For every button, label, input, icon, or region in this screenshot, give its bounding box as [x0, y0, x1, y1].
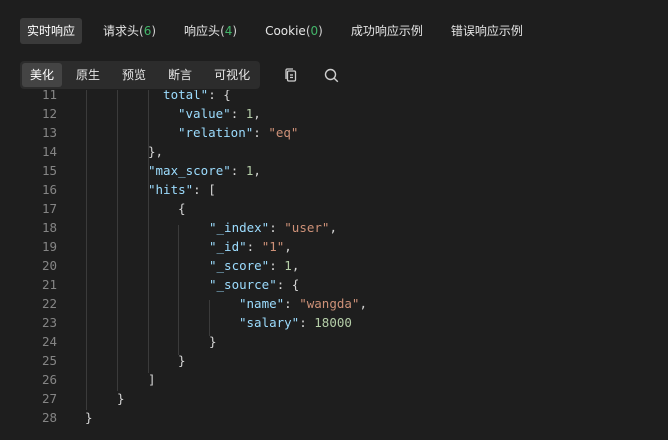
line-number: 17 [41, 201, 57, 216]
code-text: "value": 1, [178, 106, 261, 121]
code-line: 14}, [0, 142, 668, 161]
line-number: 24 [41, 334, 57, 349]
code-text: ] [148, 372, 156, 387]
code-line: 28} [0, 408, 668, 427]
view-mode-raw[interactable]: 原生 [68, 63, 108, 87]
line-number: 11 [41, 90, 57, 102]
code-text: } [117, 391, 125, 406]
code-text: total": { [148, 90, 231, 102]
code-text: "hits": [ [148, 182, 216, 197]
code-line: 22 "name": "wangda", [0, 294, 668, 313]
view-mode-preview[interactable]: 预览 [114, 63, 154, 87]
line-number: 21 [41, 277, 57, 292]
code-text: }, [148, 144, 164, 159]
tab-count: 0 [310, 24, 319, 38]
line-number: 13 [41, 125, 57, 140]
code-text: } [178, 353, 186, 368]
code-line: 19 "_id": "1", [0, 237, 668, 256]
line-number: 16 [41, 182, 57, 197]
tab-label: 成功响应示例 [350, 24, 423, 38]
code-text: } [209, 334, 217, 349]
line-number: 26 [41, 372, 57, 387]
view-mode-assert[interactable]: 断言 [160, 63, 200, 87]
tab-cookie[interactable]: Cookie(0) [258, 18, 330, 44]
tab-response-headers[interactable]: 响应头(4) [177, 18, 244, 44]
tab-success-example[interactable]: 成功响应示例 [344, 18, 430, 44]
code-line: 13 "relation": "eq" [0, 123, 668, 142]
copy-icon[interactable] [282, 66, 300, 84]
code-text: { [178, 201, 186, 216]
tab-label: Cookie [265, 24, 306, 38]
code-line: 15 "max_score": 1, [0, 161, 668, 180]
code-line: 23 "salary": 18000 [0, 313, 668, 332]
code-line: 18 "_index": "user", [0, 218, 668, 237]
code-editor[interactable]: 11 total": { 12 "value": 1, 13 "relation":… [0, 90, 668, 440]
code-text: "_index": "user", [209, 220, 337, 235]
tab-label: 错误响应示例 [450, 24, 523, 38]
line-number: 19 [41, 239, 57, 254]
tab-label: 实时响应 [27, 24, 76, 38]
line-number: 14 [41, 144, 57, 159]
code-line: 11 total": { [0, 90, 668, 104]
line-number: 20 [41, 258, 57, 273]
code-line: 27} [0, 389, 668, 408]
line-number: 27 [41, 391, 57, 406]
tab-label: 响应头 [184, 24, 221, 38]
line-number: 22 [41, 296, 57, 311]
code-text: "salary": 18000 [239, 315, 352, 330]
search-icon[interactable] [322, 66, 340, 84]
tab-error-example[interactable]: 错误响应示例 [444, 18, 530, 44]
code-line: 24} [0, 332, 668, 351]
code-text: "_score": 1, [209, 258, 300, 273]
code-line: 25} [0, 351, 668, 370]
tab-request-headers[interactable]: 请求头(6) [96, 18, 163, 44]
response-toolbar: 美化 原生 预览 断言 可视化 [20, 61, 340, 89]
code-line: 16 "hits": [ [0, 180, 668, 199]
code-text: "name": "wangda", [239, 296, 367, 311]
line-number: 15 [41, 163, 57, 178]
code-text: "relation": "eq" [178, 125, 299, 140]
view-mode-switch: 美化 原生 预览 断言 可视化 [20, 61, 261, 89]
tab-label: 请求头 [103, 24, 140, 38]
code-line: 12 "value": 1, [0, 104, 668, 123]
view-mode-beautify[interactable]: 美化 [22, 63, 63, 87]
code-text: "max_score": 1, [148, 163, 261, 178]
view-mode-visualize[interactable]: 可视化 [206, 63, 258, 87]
line-number: 25 [41, 353, 57, 368]
code-text: } [85, 410, 93, 425]
line-number: 28 [41, 410, 57, 425]
tab-realtime-response[interactable]: 实时响应 [20, 18, 83, 44]
response-tabs: 实时响应 请求头(6) 响应头(4) Cookie(0) 成功响应示例 错误响应… [20, 18, 530, 44]
code-line: 26] [0, 370, 668, 389]
code-line: 17 { [0, 199, 668, 218]
code-text: "_id": "1", [209, 239, 292, 254]
line-number: 12 [41, 106, 57, 121]
line-number: 18 [41, 220, 57, 235]
code-line: 20 "_score": 1, [0, 256, 668, 275]
code-text: "_source": { [209, 277, 300, 292]
line-number: 23 [41, 315, 57, 330]
code-line: 21 "_source": { [0, 275, 668, 294]
